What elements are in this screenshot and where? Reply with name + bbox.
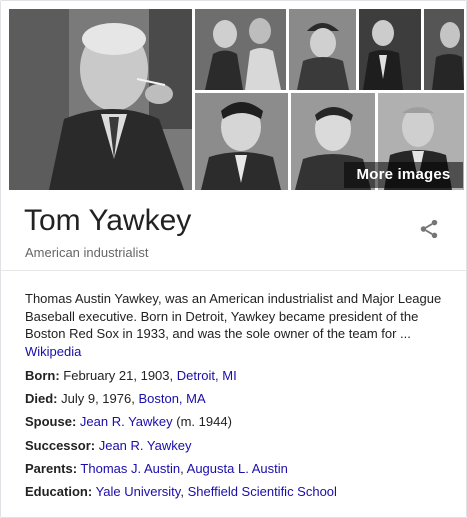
- fact-separator: ,: [180, 483, 188, 499]
- fact-born: Born: February 21, 1903, Detroit, MI: [25, 367, 445, 390]
- born-place-link[interactable]: Detroit, MI: [177, 368, 237, 383]
- more-images-button[interactable]: More images: [344, 162, 463, 188]
- fact-label: Education:: [25, 483, 93, 499]
- died-place-link[interactable]: Boston, MA: [138, 391, 205, 406]
- successor-link[interactable]: Jean R. Yawkey: [99, 438, 192, 453]
- education-link-2[interactable]: Sheffield Scientific School: [188, 484, 337, 499]
- photo-3[interactable]: [289, 9, 356, 90]
- knowledge-panel: More images Tom Yawkey American industri…: [0, 0, 467, 518]
- fact-value: (m. 1944): [172, 414, 232, 430]
- title-section: Tom Yawkey American industrialist: [1, 190, 466, 271]
- spouse-link[interactable]: Jean R. Yawkey: [80, 414, 173, 429]
- fact-died: Died: July 9, 1976, Boston, MA: [25, 390, 445, 413]
- description-text: Thomas Austin Yawkey, was an American in…: [25, 291, 442, 341]
- fact-label: Died:: [25, 391, 58, 407]
- share-button[interactable]: [418, 218, 440, 240]
- description: Thomas Austin Yawkey, was an American in…: [25, 290, 445, 360]
- parent-link-2[interactable]: Augusta L. Austin: [187, 461, 288, 476]
- wikipedia-link[interactable]: Wikipedia: [25, 344, 81, 359]
- fact-label: Born:: [25, 368, 60, 383]
- fact-spouse: Spouse: Jean R. Yawkey (m. 1944): [25, 413, 445, 436]
- photo-6[interactable]: [195, 93, 288, 190]
- fact-successor: Successor: Jean R. Yawkey: [25, 437, 445, 460]
- photo-4[interactable]: [359, 9, 421, 90]
- photo-2[interactable]: [195, 9, 286, 90]
- photo-main[interactable]: [9, 9, 192, 190]
- entity-subtitle: American industrialist: [25, 245, 149, 260]
- facts-list: Born: February 21, 1903, Detroit, MI Die…: [25, 367, 445, 506]
- fact-label: Successor:: [25, 437, 96, 453]
- education-link-1[interactable]: Yale University: [96, 484, 181, 499]
- fact-parents: Parents: Thomas J. Austin, Augusta L. Au…: [25, 460, 445, 483]
- fact-value: July 9, 1976,: [57, 391, 139, 407]
- share-icon: [420, 219, 438, 239]
- entity-title: Tom Yawkey: [24, 204, 192, 237]
- fact-label: Parents:: [25, 460, 78, 476]
- fact-value: February 21, 1903,: [59, 368, 177, 383]
- photo-5[interactable]: [424, 9, 464, 90]
- fact-education: Education: Yale University, Sheffield Sc…: [25, 483, 445, 506]
- parent-link-1[interactable]: Thomas J. Austin: [80, 461, 180, 476]
- image-gallery: More images: [1, 1, 466, 190]
- fact-label: Spouse:: [25, 414, 77, 430]
